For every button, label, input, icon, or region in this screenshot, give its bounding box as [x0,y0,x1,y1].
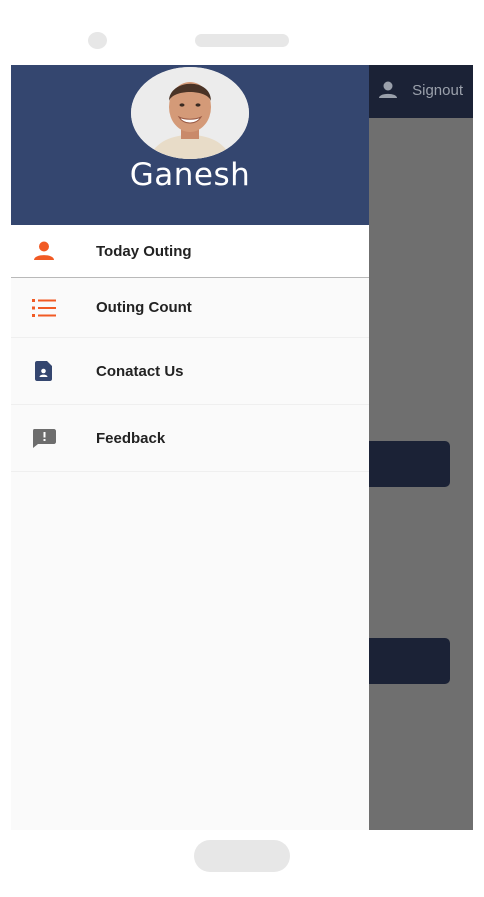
menu-item-label: Outing Count [96,299,192,316]
person-icon [378,81,398,99]
menu-item-outing-count[interactable]: Outing Count [11,278,369,338]
camera-dot [88,32,107,49]
menu-item-today-outing[interactable]: Today Outing [11,225,369,278]
menu-item-label: Today Outing [96,242,192,260]
menu-item-label: Feedback [96,429,166,447]
speaker-grille [195,34,289,47]
person-icon [32,239,56,263]
drawer-header: Ganesh [11,65,369,225]
menu-item-contact-us[interactable]: Conatact Us [11,338,369,405]
signout-label: Signout [412,81,463,99]
signout-button[interactable]: Signout [378,81,463,99]
user-name: Ganesh [129,157,251,193]
avatar [131,67,249,159]
feedback-icon [32,426,56,450]
menu-item-label: Conatact Us [96,362,184,380]
phone-frame: Signout Ganesh Today Outing Outing Count… [0,0,484,897]
menu-item-feedback[interactable]: Feedback [11,405,369,472]
drawer-menu: Today Outing Outing Count Conatact Us Fe… [11,225,369,472]
home-button[interactable] [194,840,290,872]
screen: Signout Ganesh Today Outing Outing Count… [11,65,473,830]
contact-file-icon [32,359,56,383]
navigation-drawer: Ganesh Today Outing Outing Count Conatac… [11,65,369,830]
numbered-list-icon [32,296,56,320]
